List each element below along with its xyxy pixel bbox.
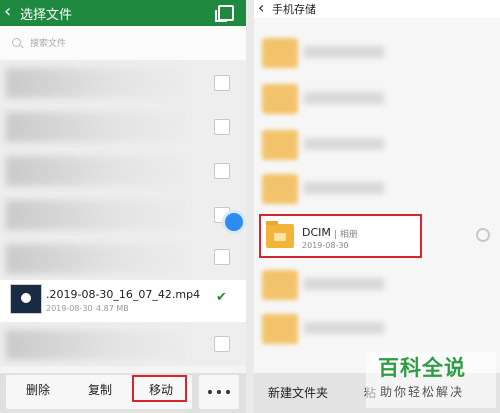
- selected-indicator[interactable]: [225, 213, 243, 231]
- watermark-subtitle: 助你轻松解决: [380, 385, 465, 399]
- folder-row[interactable]: [254, 306, 500, 352]
- back-icon[interactable]: ‹: [258, 0, 264, 17]
- check-icon[interactable]: ✔: [216, 290, 227, 305]
- dcim-highlight: [259, 214, 422, 258]
- list-item[interactable]: [0, 148, 246, 194]
- list-item[interactable]: [0, 192, 246, 238]
- checkbox[interactable]: [214, 75, 230, 91]
- copy-button[interactable]: 复制: [88, 381, 112, 398]
- checkbox[interactable]: [214, 249, 230, 265]
- folder-row[interactable]: [254, 166, 500, 212]
- back-icon[interactable]: ‹: [4, 2, 11, 22]
- search-icon: [12, 38, 21, 47]
- file-size: 4.87 MB: [96, 304, 129, 313]
- more-button[interactable]: [199, 375, 239, 409]
- file-row-mp4[interactable]: .2019-08-30_16_07_42.mp4 2019-08-30 4.87…: [0, 280, 246, 322]
- list-item[interactable]: [0, 322, 246, 366]
- list-item[interactable]: [0, 104, 246, 150]
- more-dots-icon: [208, 390, 212, 394]
- watermark-title: 百科全说: [378, 356, 466, 380]
- folder-row[interactable]: [254, 122, 500, 168]
- checkbox[interactable]: [214, 163, 230, 179]
- page-title: 手机存储: [272, 3, 316, 16]
- file-date: 2019-08-30: [46, 304, 93, 313]
- checkbox[interactable]: [214, 336, 230, 352]
- page-title: 选择文件: [20, 8, 73, 23]
- folder-row[interactable]: [254, 30, 500, 76]
- select-file-panel: ‹ 选择文件 搜索文件 .2019-08-30_16_07_42.mp4 201…: [0, 0, 246, 413]
- folder-row[interactable]: [254, 262, 500, 308]
- search-bar[interactable]: 搜索文件: [0, 26, 246, 60]
- select-file-header: ‹ 选择文件: [0, 0, 246, 26]
- phone-storage-header: ‹ 手机存储: [254, 0, 500, 18]
- folder-row[interactable]: [254, 76, 500, 122]
- search-placeholder: 搜索文件: [30, 39, 67, 49]
- copy-icon[interactable]: [215, 5, 234, 22]
- file-name: .2019-08-30_16_07_42.mp4: [46, 288, 201, 301]
- list-item[interactable]: [0, 60, 246, 106]
- checkbox[interactable]: [214, 119, 230, 135]
- radio-button[interactable]: [476, 228, 490, 242]
- move-highlight: [132, 375, 187, 402]
- delete-button[interactable]: 删除: [26, 381, 50, 398]
- video-thumbnail: [10, 284, 42, 314]
- new-folder-button[interactable]: 新建文件夹: [268, 384, 328, 401]
- list-item[interactable]: [0, 236, 246, 282]
